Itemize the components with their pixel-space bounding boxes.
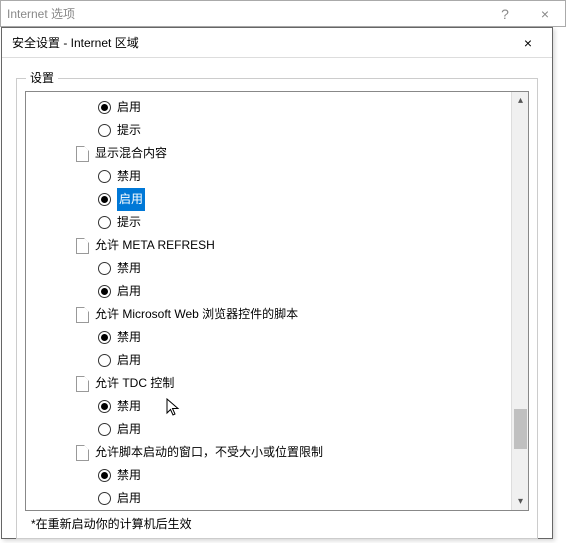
option-label: 禁用 xyxy=(117,326,141,349)
settings-option[interactable]: 禁用 xyxy=(26,464,511,487)
category-label: 允许 META REFRESH xyxy=(95,234,215,257)
document-icon xyxy=(76,307,89,323)
radio-icon[interactable] xyxy=(98,216,111,229)
option-label: 启用 xyxy=(117,349,141,372)
settings-option[interactable]: 禁用 xyxy=(26,326,511,349)
settings-option[interactable]: 启用 xyxy=(26,418,511,441)
settings-listbox: 启用提示显示混合内容禁用启用提示允许 META REFRESH禁用启用允许 Mi… xyxy=(25,91,529,511)
option-label: 启用 xyxy=(117,280,141,303)
category-label: 显示混合内容 xyxy=(95,142,167,165)
radio-icon[interactable] xyxy=(98,193,111,206)
parent-window-titlebar: Internet 选项 ? × xyxy=(0,0,566,27)
category-label: 允许 Microsoft Web 浏览器控件的脚本 xyxy=(95,303,298,326)
help-icon[interactable]: ? xyxy=(485,6,525,22)
settings-section-label: 设置 xyxy=(26,69,58,86)
category-label: 允许脚本启动的窗口，不受大小或位置限制 xyxy=(95,441,323,464)
category-label: 允许 TDC 控制 xyxy=(95,372,174,395)
option-label: 启用 xyxy=(117,418,141,441)
settings-category: 允许 TDC 控制 xyxy=(26,372,511,395)
document-icon xyxy=(76,238,89,254)
settings-option[interactable]: 启用 xyxy=(26,188,511,211)
scrollbar-track[interactable] xyxy=(512,109,529,493)
scrollbar[interactable]: ▴ ▾ xyxy=(511,92,528,510)
radio-icon[interactable] xyxy=(98,124,111,137)
scroll-up-arrow-icon[interactable]: ▴ xyxy=(512,92,529,109)
option-label: 禁用 xyxy=(117,464,141,487)
settings-category: 显示混合内容 xyxy=(26,142,511,165)
radio-icon[interactable] xyxy=(98,469,111,482)
option-label: 提示 xyxy=(117,211,141,234)
settings-option[interactable]: 提示 xyxy=(26,211,511,234)
restart-footnote: *在重新启动你的计算机后生效 xyxy=(25,515,529,532)
settings-option[interactable]: 启用 xyxy=(26,96,511,119)
dialog-titlebar: 安全设置 - Internet 区域 × xyxy=(2,28,552,58)
settings-category: 允许脚本启动的窗口，不受大小或位置限制 xyxy=(26,441,511,464)
option-label: 禁用 xyxy=(117,165,141,188)
document-icon xyxy=(76,146,89,162)
close-button[interactable]: × xyxy=(510,32,546,54)
radio-icon[interactable] xyxy=(98,492,111,505)
settings-option[interactable]: 提示 xyxy=(26,119,511,142)
settings-fieldset: 启用提示显示混合内容禁用启用提示允许 META REFRESH禁用启用允许 Mi… xyxy=(16,78,538,539)
settings-category: 允许 Microsoft Web 浏览器控件的脚本 xyxy=(26,303,511,326)
settings-option[interactable]: 启用 xyxy=(26,487,511,510)
radio-icon[interactable] xyxy=(98,423,111,436)
scrollbar-thumb[interactable] xyxy=(514,409,527,449)
radio-icon[interactable] xyxy=(98,170,111,183)
radio-icon[interactable] xyxy=(98,400,111,413)
radio-icon[interactable] xyxy=(98,262,111,275)
radio-icon[interactable] xyxy=(98,331,111,344)
option-label: 启用 xyxy=(117,487,141,510)
option-label: 启用 xyxy=(117,188,145,211)
settings-option[interactable]: 启用 xyxy=(26,280,511,303)
radio-icon[interactable] xyxy=(98,354,111,367)
dialog-body: 设置 启用提示显示混合内容禁用启用提示允许 META REFRESH禁用启用允许… xyxy=(2,58,552,543)
settings-option[interactable]: 启用 xyxy=(26,349,511,372)
settings-option[interactable]: 禁用 xyxy=(26,395,511,418)
option-label: 禁用 xyxy=(117,257,141,280)
radio-icon[interactable] xyxy=(98,101,111,114)
security-settings-dialog: 安全设置 - Internet 区域 × 设置 启用提示显示混合内容禁用启用提示… xyxy=(1,27,553,539)
parent-window-title: Internet 选项 xyxy=(7,5,485,22)
radio-icon[interactable] xyxy=(98,285,111,298)
option-label: 提示 xyxy=(117,119,141,142)
settings-category: 允许 META REFRESH xyxy=(26,234,511,257)
settings-list-content: 启用提示显示混合内容禁用启用提示允许 META REFRESH禁用启用允许 Mi… xyxy=(26,92,511,510)
option-label: 禁用 xyxy=(117,395,141,418)
document-icon xyxy=(76,376,89,392)
settings-option[interactable]: 禁用 xyxy=(26,165,511,188)
parent-close-icon[interactable]: × xyxy=(525,6,565,22)
scroll-down-arrow-icon[interactable]: ▾ xyxy=(512,493,529,510)
document-icon xyxy=(76,445,89,461)
dialog-title: 安全设置 - Internet 区域 xyxy=(12,34,510,51)
settings-option[interactable]: 禁用 xyxy=(26,257,511,280)
option-label: 启用 xyxy=(117,96,141,119)
